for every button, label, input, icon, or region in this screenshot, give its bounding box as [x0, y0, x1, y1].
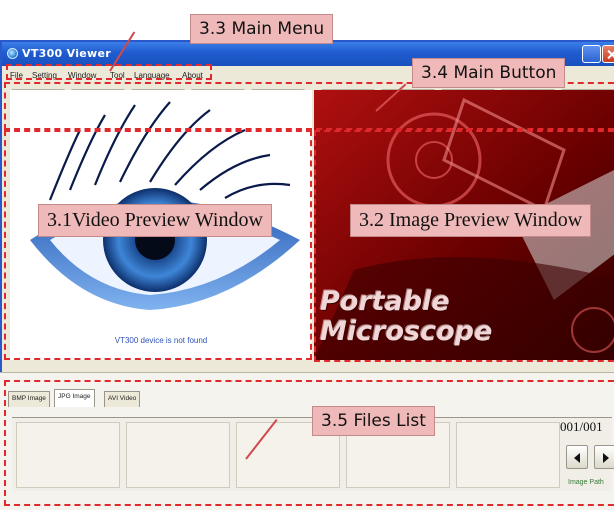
- close-button[interactable]: [602, 45, 614, 63]
- files-list-callout: 3.5 Files List: [312, 406, 435, 436]
- main-button-callout: 3.4 Main Button: [412, 58, 566, 88]
- image-preview-callout: 3.2 Image Preview Window: [350, 204, 592, 237]
- main-menu-highlight: [6, 64, 212, 80]
- main-menu-callout: 3.3 Main Menu: [190, 14, 334, 44]
- video-preview-highlight: [4, 130, 312, 360]
- maximize-button[interactable]: [582, 45, 601, 63]
- window-title: VT300 Viewer: [22, 47, 112, 60]
- files-list-highlight: [4, 380, 614, 506]
- video-preview-callout: 3.1Video Preview Window: [38, 204, 272, 237]
- main-button-highlight: [4, 82, 614, 130]
- image-preview-highlight: [314, 130, 614, 362]
- app-icon: [7, 48, 18, 59]
